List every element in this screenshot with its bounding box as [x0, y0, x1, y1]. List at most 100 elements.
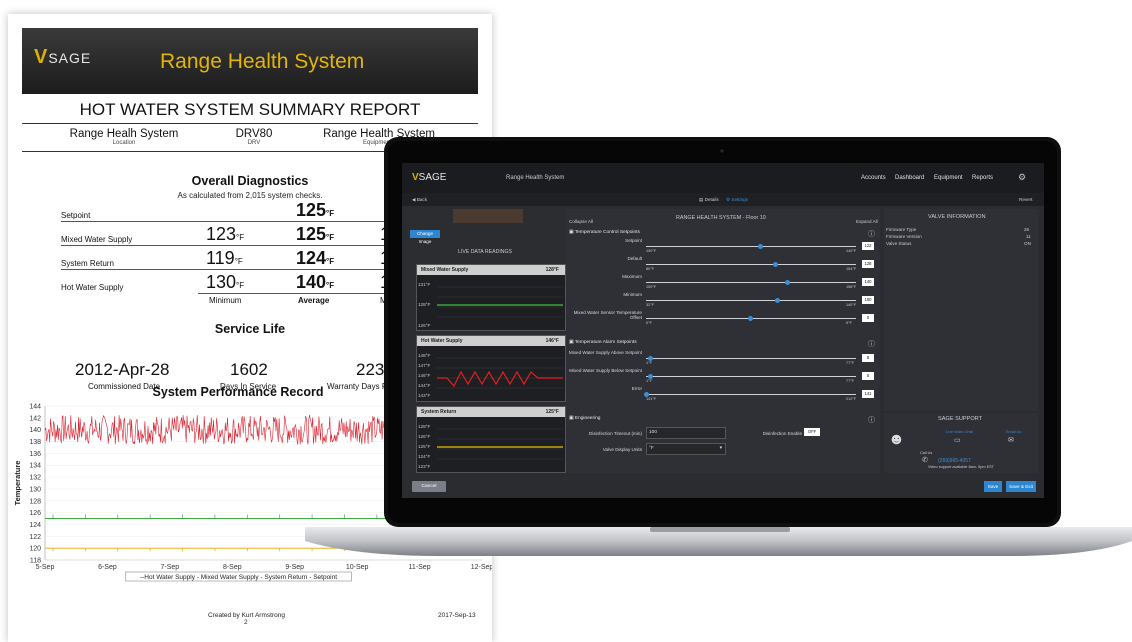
temp-control-header[interactable]: ▣ Temperature Control Setpoints [569, 230, 640, 235]
temp-control-value-input[interactable]: 0 [862, 314, 874, 322]
graph-header: Hot Water Supply 146°F [417, 336, 565, 346]
nav-accounts[interactable]: Accounts [861, 175, 886, 181]
app-logo[interactable]: VSAGE [412, 172, 446, 183]
expand-all-link[interactable]: Expand All [856, 219, 878, 224]
slider-handle[interactable] [758, 244, 763, 249]
temp-alarm-value-input[interactable]: 141 [862, 390, 874, 398]
disinfection-enable-label: Disinfection Enable [762, 431, 802, 436]
temp-control-value-input[interactable]: 100 [862, 296, 874, 304]
phone-number[interactable]: (269)965-4057 [938, 458, 971, 464]
nav-reports[interactable]: Reports [972, 175, 993, 181]
info-icon[interactable]: ⓘ [868, 415, 875, 425]
slider-handle[interactable] [785, 280, 790, 285]
valve-info-title: VALVE INFORMATION [928, 214, 986, 220]
temp-control-slider[interactable] [646, 246, 856, 247]
tab-details[interactable]: ▤ Details [699, 197, 719, 203]
graph-system-return: System Return 125°F 128°F 126°F 125°F 124… [416, 406, 566, 473]
temp-alarm-label: Mixed Water Supply Below Setpoint [569, 368, 642, 373]
temp-control-label: Setpoint [625, 238, 642, 243]
nav-equipment[interactable]: Equipment [934, 175, 963, 181]
slider-min: 80°F [646, 267, 655, 271]
info-icon[interactable]: ⓘ [868, 229, 875, 239]
support-hours: Video support available 8am- 5pm EST [928, 465, 994, 469]
cancel-button[interactable]: Cancel [412, 481, 446, 492]
slider-min: 100°F [646, 249, 657, 253]
slider-max: 140°F [846, 303, 857, 307]
temp-alarm-slider[interactable] [646, 394, 856, 395]
slider-max: 9°F [846, 321, 852, 325]
slider-min: 141°F [646, 397, 657, 401]
slider-max: 77°F [846, 379, 855, 383]
slider-min: 1°F [646, 361, 652, 365]
temp-control-label: Maximum [622, 274, 642, 279]
temp-control-value-input[interactable]: 128 [862, 260, 874, 268]
slider-min: 0°F [646, 321, 652, 325]
info-icon[interactable]: ⓘ [868, 339, 875, 349]
live-data-title: LIVE DATA READINGS [458, 249, 513, 255]
slider-min: 32°F [646, 303, 655, 307]
app-screen: VSAGE Range Health System Accounts Dashb… [402, 163, 1044, 498]
valve-info-panel: VALVE INFORMATION Firmware Type 26 Firmw… [884, 209, 1038, 411]
temp-alarm-value-input[interactable]: 5 [862, 354, 874, 362]
slider-handle[interactable] [775, 298, 780, 303]
temp-control-slider[interactable] [646, 264, 856, 265]
temp-control-value-input[interactable]: 140 [862, 278, 874, 286]
nav-dashboard[interactable]: Dashboard [895, 175, 924, 181]
equipment-image [453, 209, 523, 223]
save-button[interactable]: Save [984, 481, 1002, 492]
call-label: Call Us [920, 451, 933, 455]
engineering-header[interactable]: ▣ Engineering [569, 416, 600, 421]
app-subbar: ◀ Back ▤ Details ⚙ Settings Revert [402, 193, 1044, 206]
live-data-panel: Change Image LIVE DATA READINGS Mixed Wa… [408, 209, 568, 473]
temp-alarm-slider[interactable] [646, 358, 856, 359]
units-select[interactable]: °F ▾ [646, 443, 726, 455]
temp-control-value-input[interactable]: 122 [862, 242, 874, 250]
email-icon[interactable]: ✉ [1008, 436, 1014, 444]
slider-min: 1°F [646, 379, 652, 383]
graph-line [437, 428, 563, 460]
slider-max: 212°F [846, 397, 857, 401]
collapse-all-link[interactable]: Collapse All [569, 219, 593, 224]
slider-handle[interactable] [748, 316, 753, 321]
change-image-button[interactable]: Change Image [410, 230, 440, 244]
graph-line [437, 357, 563, 389]
graph-line [437, 286, 563, 318]
graph-header: Mixed Water Supply 128°F [417, 265, 565, 275]
timeout-input[interactable]: 100 [646, 427, 726, 439]
slider-max: 140°F [846, 249, 857, 253]
graph-mixed-water: Mixed Water Supply 128°F 131°F 128°F 126°… [416, 264, 566, 331]
slider-min: 100°F [646, 285, 657, 289]
disinfection-toggle[interactable]: OFF [804, 428, 820, 436]
temp-alarm-header[interactable]: ▣ Temperature Alarm Setpoints [569, 340, 637, 345]
temp-alarm-label: Mixed Water Supply Above Setpoint [568, 350, 642, 355]
phone-icon[interactable]: ✆ [922, 456, 928, 464]
app-title: Range Health System [506, 175, 565, 181]
live-video-chat-link[interactable]: Live Video Chat [946, 430, 973, 434]
timeout-label: Disinfection Timeout (min) [588, 431, 642, 436]
video-icon[interactable]: ▭ [954, 436, 961, 444]
slider-handle[interactable] [773, 262, 778, 267]
temp-alarm-value-input[interactable]: 5 [862, 372, 874, 380]
back-button[interactable]: ◀ Back [412, 197, 427, 203]
support-title: SAGE SUPPORT [938, 416, 983, 422]
slider-max: 77°F [846, 361, 855, 365]
email-link[interactable]: Email Us [1006, 430, 1021, 434]
temp-control-slider[interactable] [646, 300, 856, 301]
save-exit-button[interactable]: Save & Exit [1006, 481, 1036, 492]
temp-control-label: Minimum [623, 292, 642, 297]
support-panel: SAGE SUPPORT ☻ Live Video Chat ▭ Email U… [884, 413, 1038, 473]
temp-alarm-label: Error [631, 386, 642, 391]
temp-alarm-slider[interactable] [646, 376, 856, 377]
app-topbar: VSAGE Range Health System Accounts Dashb… [402, 163, 1044, 193]
gear-icon[interactable]: ⚙ [1018, 172, 1026, 183]
revert-button[interactable]: Revert [1019, 197, 1033, 202]
support-avatar: ☻ [888, 431, 905, 448]
temp-control-label: Default [627, 256, 642, 261]
graph-hot-water: Hot Water Supply 146°F 148°F 147°F 146°F … [416, 335, 566, 402]
units-label: Valve Display Units [602, 447, 642, 452]
tab-settings[interactable]: ⚙ Settings [726, 197, 748, 203]
settings-title: RANGE HEALTH SYSTEM - Floor 10 [676, 215, 766, 221]
chevron-down-icon: ▾ [719, 446, 722, 451]
temp-control-slider[interactable] [646, 282, 856, 283]
slider-max: 154°F [846, 267, 857, 271]
